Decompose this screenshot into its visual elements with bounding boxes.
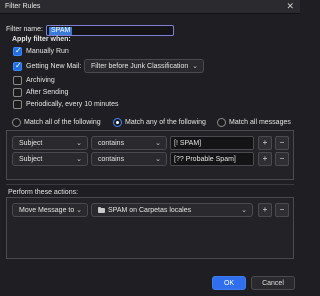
chevron-down-icon: ⌄ [155, 156, 161, 163]
rule-operator-value: contains [98, 156, 125, 163]
title-bar: Filter Rules ✕ [0, 0, 300, 14]
rule-value-input[interactable]: [?? Probable Spam] [170, 152, 254, 166]
check-icon: ✓ [15, 61, 22, 70]
action-type-dropdown[interactable]: Move Message to ⌄ [12, 203, 88, 217]
chevron-down-icon: ⌄ [76, 156, 82, 163]
periodically-checkbox[interactable] [13, 100, 22, 109]
folder-icon [98, 207, 105, 213]
archiving-checkbox[interactable] [13, 76, 22, 85]
rule-value-input[interactable]: [! SPAM] [170, 136, 254, 150]
rule-field-dropdown[interactable]: Subject ⌄ [12, 136, 88, 150]
cancel-button[interactable]: Cancel [251, 276, 295, 290]
manually-run-label: Manually Run [26, 48, 69, 55]
rule-field-value: Subject [19, 140, 43, 147]
match-any-radio[interactable] [113, 118, 122, 127]
action-type-value: Move Message to [19, 207, 75, 214]
junk-classification-dropdown[interactable]: Filter before Junk Classification ⌄ [84, 59, 204, 73]
rules-panel: Subject ⌄ contains ⌄ [! SPAM] + − Subjec… [6, 130, 294, 180]
target-folder-dropdown[interactable]: SPAM on Carpetas locales ⌄ [91, 203, 253, 217]
add-rule-button[interactable]: + [258, 152, 272, 166]
getting-new-mail-label: Getting New Mail: [26, 63, 82, 70]
rule-operator-dropdown[interactable]: contains ⌄ [91, 152, 167, 166]
match-all-messages-label: Match all messages [229, 119, 291, 126]
rule-field-dropdown[interactable]: Subject ⌄ [12, 152, 88, 166]
periodically-label: Periodically, every 10 minutes [26, 101, 119, 108]
filter-name-label: Filter name: [6, 26, 43, 33]
add-action-button[interactable]: + [258, 203, 272, 217]
close-icon[interactable]: ✕ [286, 2, 294, 11]
chevron-down-icon: ⌄ [155, 140, 161, 147]
filter-name-value: SPAM [49, 27, 73, 35]
remove-action-button[interactable]: − [275, 203, 289, 217]
after-sending-label: After Sending [26, 89, 69, 96]
section-divider [6, 184, 294, 185]
match-any-label: Match any of the following [125, 119, 206, 126]
rule-value-text: [! SPAM] [174, 140, 202, 147]
add-rule-button[interactable]: + [258, 136, 272, 150]
actions-panel: Move Message to ⌄ SPAM on Carpetas local… [6, 197, 294, 259]
remove-rule-button[interactable]: − [275, 152, 289, 166]
check-icon: ✓ [15, 46, 22, 55]
window-title: Filter Rules [5, 3, 41, 10]
getting-new-mail-checkbox[interactable]: ✓ [13, 61, 22, 71]
chevron-down-icon: ⌄ [76, 207, 82, 214]
rule-value-text: [?? Probable Spam] [174, 156, 236, 163]
filter-name-input[interactable]: SPAM [46, 25, 174, 36]
match-all-messages-radio[interactable] [217, 118, 226, 127]
manually-run-checkbox[interactable]: ✓ [13, 46, 22, 56]
junk-classification-value: Filter before Junk Classification [91, 63, 189, 70]
rule-operator-dropdown[interactable]: contains ⌄ [91, 136, 167, 150]
match-all-radio[interactable] [12, 118, 21, 127]
chevron-down-icon: ⌄ [241, 207, 247, 214]
archiving-label: Archiving [26, 77, 55, 84]
remove-rule-button[interactable]: − [275, 136, 289, 150]
perform-actions-heading: Perform these actions: [8, 189, 79, 196]
chevron-down-icon: ⌄ [192, 63, 198, 70]
after-sending-checkbox[interactable] [13, 88, 22, 97]
chevron-down-icon: ⌄ [76, 140, 82, 147]
ok-button[interactable]: OK [212, 276, 246, 290]
rule-field-value: Subject [19, 156, 43, 163]
target-folder-value: SPAM on Carpetas locales [108, 207, 192, 214]
apply-filter-heading: Apply filter when: [12, 36, 71, 43]
match-all-label: Match all of the following [24, 119, 101, 126]
rule-operator-value: contains [98, 140, 125, 147]
